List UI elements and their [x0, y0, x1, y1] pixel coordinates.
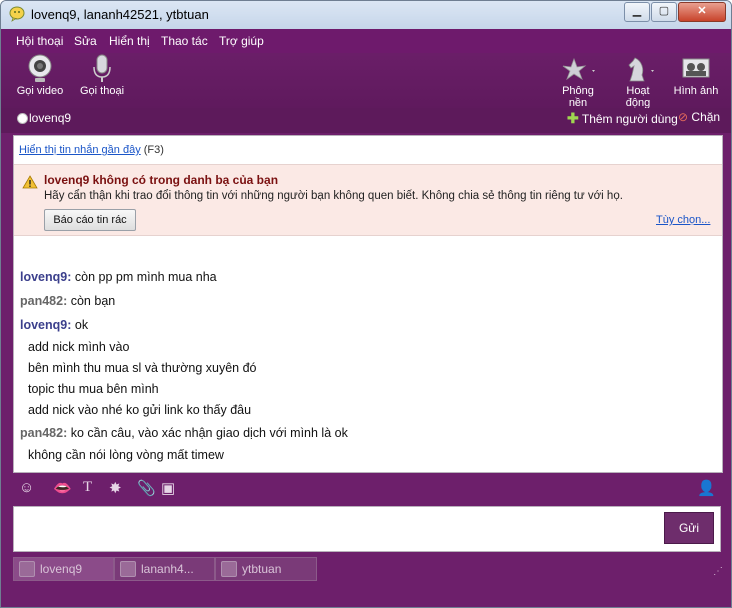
- add-people-button[interactable]: ✚ Thêm người dùng: [567, 110, 678, 127]
- status-indicator-icon: [17, 113, 28, 124]
- video-call-button[interactable]: Gọi video: [15, 53, 65, 97]
- block-icon: ⊘: [678, 110, 689, 124]
- menu-actions[interactable]: Thao tác: [161, 34, 208, 48]
- flower-icon: [562, 57, 595, 81]
- message-continuation: không cần nói lòng vòng mất timew: [28, 448, 224, 462]
- close-button[interactable]: ✕: [678, 2, 726, 22]
- message-continuation: bên mình thu mua sl và thường xuyên đó: [28, 361, 257, 375]
- chat-tab-icon: [19, 561, 35, 577]
- warning-text: Hãy cẩn thận khi trao đổi thông tin với …: [44, 190, 623, 202]
- recent-messages-row: Hiển thị tin nhắn gần đây (F3): [19, 144, 164, 156]
- message-input[interactable]: [13, 506, 721, 552]
- tab-label: lovenq9: [40, 562, 83, 576]
- show-recent-link[interactable]: Hiển thị tin nhắn gần đây: [19, 144, 141, 156]
- message-text: ok: [74, 318, 89, 332]
- menu-help[interactable]: Trợ giúp: [219, 34, 264, 48]
- buzz-icon[interactable]: ✸: [109, 479, 122, 497]
- messenger-icon: [9, 6, 25, 22]
- chat-tab-icon: [221, 561, 237, 577]
- chess-knight-icon: [628, 57, 654, 82]
- conversation-panel: Hiển thị tin nhắn gần đây (F3) lovenq9 k…: [13, 135, 723, 473]
- webcam-icon: [28, 54, 52, 82]
- resize-grip-icon[interactable]: ⋰: [713, 566, 723, 577]
- formatting-toolbar: ☺ 👄 T ✸ 📎 ▣ 👤: [13, 477, 721, 501]
- message-sender: lovenq9:: [20, 318, 72, 332]
- message-continuation: add nick mình vào: [28, 340, 130, 354]
- text-format-icon[interactable]: T: [83, 479, 92, 496]
- voice-call-label: Gọi thoại: [79, 85, 125, 97]
- title-bar[interactable]: lovenq9, lananh42521, ytbtuan ▁ ▢ ✕: [1, 1, 731, 29]
- menu-conversation[interactable]: Hội thoại: [16, 34, 63, 48]
- photos-icon: [682, 58, 710, 78]
- pictures-button[interactable]: Hình ảnh: [673, 53, 719, 97]
- add-people-label: Thêm người dùng: [581, 112, 678, 126]
- message-sender: lovenq9:: [20, 270, 72, 284]
- message-row: lovenq9: ok: [20, 318, 88, 332]
- message-row: lovenq9: còn pp pm mình mua nha: [20, 270, 217, 284]
- contact-name[interactable]: lovenq9: [29, 111, 71, 125]
- maximize-button[interactable]: ▢: [651, 2, 677, 22]
- contact-info-icon[interactable]: 👤: [697, 479, 716, 497]
- contact-status-row: lovenq9 ✚ Thêm người dùng ⊘ Chặn: [1, 108, 731, 133]
- message-row: pan482: ko cần câu, vào xác nhận giao dị…: [20, 426, 348, 440]
- tab-label: ytbtuan: [242, 562, 282, 576]
- microphone-icon: [93, 54, 111, 82]
- minimize-button[interactable]: ▁: [624, 2, 650, 22]
- emoticon-icon[interactable]: ☺: [19, 479, 34, 496]
- warning-icon: [22, 175, 38, 189]
- message-row: pan482: còn bạn: [20, 294, 115, 308]
- recent-shortcut: (F3): [143, 144, 164, 156]
- chat-tab-icon: [120, 561, 136, 577]
- send-button[interactable]: Gửi: [664, 512, 714, 544]
- toolbar: Gọi video Gọi thoại Phông nền Hoạt động …: [1, 53, 731, 109]
- activity-button[interactable]: Hoạt động: [614, 53, 662, 109]
- tab-lovenq9[interactable]: lovenq9: [13, 557, 114, 581]
- activity-label: Hoạt động: [625, 85, 651, 109]
- tab-ytbtuan[interactable]: ytbtuan: [215, 557, 317, 581]
- block-button[interactable]: ⊘ Chặn: [678, 110, 720, 124]
- message-text: ko cần câu, vào xác nhận giao dịch với m…: [70, 426, 348, 440]
- tab-lananh[interactable]: lananh4...: [114, 557, 215, 581]
- window-title: lovenq9, lananh42521, ytbtuan: [31, 7, 209, 22]
- video-call-label: Gọi video: [16, 85, 64, 97]
- warning-title: lovenq9 không có trong danh bạ của bạn: [44, 173, 279, 187]
- pictures-label: Hình ảnh: [673, 85, 719, 97]
- message-sender: pan482:: [20, 294, 68, 308]
- message-text: còn bạn: [70, 294, 116, 308]
- message-continuation: topic thu mua bên mình: [28, 382, 159, 396]
- attach-icon[interactable]: 📎: [137, 479, 156, 497]
- message-sender: pan482:: [20, 426, 68, 440]
- warning-banner: lovenq9 không có trong danh bạ của bạn H…: [14, 164, 722, 236]
- block-label: Chặn: [691, 110, 721, 124]
- main-frame: Hội thoại Sửa Hiển thị Thao tác Trợ giúp…: [1, 29, 731, 607]
- message-continuation: add nick vào nhé ko gửi link ko thấy đâu: [28, 403, 252, 417]
- menu-bar: Hội thoại Sửa Hiển thị Thao tác Trợ giúp: [1, 29, 731, 53]
- background-label: Phông nền: [562, 85, 594, 109]
- voice-call-button[interactable]: Gọi thoại: [79, 53, 125, 97]
- background-button[interactable]: Phông nền: [552, 53, 604, 109]
- lips-icon[interactable]: 👄: [53, 479, 72, 497]
- conversation-tabs: lovenq9 lananh4... ytbtuan: [1, 555, 731, 581]
- report-spam-button[interactable]: Báo cáo tin rác: [44, 209, 136, 231]
- message-text: còn pp pm mình mua nha: [74, 270, 217, 284]
- chat-window: lovenq9, lananh42521, ytbtuan ▁ ▢ ✕ Hội …: [0, 0, 732, 608]
- menu-edit[interactable]: Sửa: [74, 34, 97, 48]
- share-icon[interactable]: ▣: [161, 479, 175, 497]
- plus-icon: ✚: [567, 110, 579, 126]
- tab-label: lananh4...: [141, 562, 194, 576]
- options-link[interactable]: Tùy chọn...: [656, 214, 710, 226]
- menu-view[interactable]: Hiển thị: [109, 34, 150, 48]
